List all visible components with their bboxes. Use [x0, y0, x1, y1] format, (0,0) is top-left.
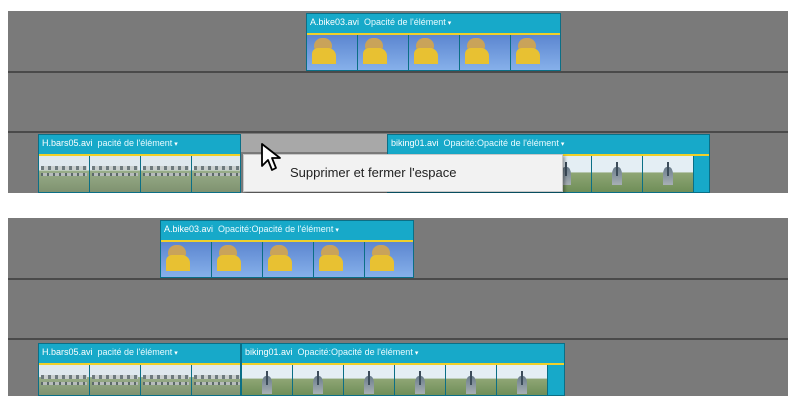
clip-opacity-label: Opacité de l'élément	[364, 17, 446, 27]
video-thumbnail	[511, 35, 560, 70]
video-thumbnail	[409, 35, 460, 70]
context-menu: Supprimer et fermer l'espace	[243, 154, 563, 192]
dropdown-arrow-icon[interactable]: ▾	[174, 141, 178, 148]
menu-item-ripple-delete[interactable]: Supprimer et fermer l'espace	[244, 155, 562, 191]
clip-name: H.bars05.avi	[42, 138, 93, 148]
video-thumbnail	[263, 242, 314, 277]
clip-opacity-label: Opacité:Opacité de l'élément	[218, 224, 334, 234]
video-thumbnail	[358, 35, 409, 70]
video-thumbnail	[192, 156, 240, 192]
clip-name: H.bars05.avi	[42, 347, 93, 357]
clip-opacity-label: pacité de l'élément	[97, 138, 173, 148]
clip-name: A.bike03.avi	[310, 17, 360, 27]
video-thumbnail	[212, 242, 263, 277]
dropdown-arrow-icon[interactable]: ▾	[174, 350, 178, 357]
video-thumbnail	[365, 242, 413, 277]
video-thumbnail	[293, 365, 344, 395]
clip-header: biking01.avi Opacité:Opacité de l'élément…	[388, 135, 709, 151]
dropdown-arrow-icon[interactable]: ▾	[335, 227, 339, 234]
clip-name: A.bike03.avi	[164, 224, 214, 234]
video-thumbnail	[307, 35, 358, 70]
clip-header: H.bars05.avi pacité de l'élément ▾	[39, 344, 240, 360]
timeline-panel-after: A.bike03.avi Opacité:Opacité de l'élément…	[8, 218, 788, 396]
video-thumbnail	[446, 365, 497, 395]
clip-thumbnails	[39, 156, 240, 192]
video-thumbnail	[90, 365, 141, 395]
video-thumbnail	[592, 156, 643, 192]
video-thumbnail	[39, 156, 90, 192]
clip-bike03[interactable]: A.bike03.avi Opacité de l'élément ▾	[306, 13, 561, 71]
video-thumbnail	[314, 242, 365, 277]
dropdown-arrow-icon[interactable]: ▾	[448, 20, 452, 27]
clip-opacity-label: Opacité:Opacité de l'élément	[443, 138, 559, 148]
video-thumbnail	[39, 365, 90, 395]
clip-header: biking01.avi Opacité:Opacité de l'élément…	[242, 344, 564, 360]
dropdown-arrow-icon[interactable]: ▾	[561, 141, 565, 148]
clip-name: biking01.avi	[391, 138, 439, 148]
video-thumbnail	[460, 35, 511, 70]
video-thumbnail	[497, 365, 548, 395]
video-track-2[interactable]	[8, 73, 788, 131]
video-thumbnail	[90, 156, 141, 192]
clip-thumbnails	[161, 242, 413, 277]
clip-thumbnails	[39, 365, 240, 395]
clip-bars05[interactable]: H.bars05.avi pacité de l'élément ▾	[38, 134, 241, 193]
clip-opacity-label: pacité de l'élément	[97, 347, 173, 357]
video-thumbnail	[161, 242, 212, 277]
clip-thumbnails	[307, 35, 560, 70]
video-thumbnail	[344, 365, 395, 395]
clip-header: A.bike03.avi Opacité de l'élément ▾	[307, 14, 560, 30]
timeline-panel-before: A.bike03.avi Opacité de l'élément ▾ H.bars…	[8, 11, 788, 193]
video-thumbnail	[643, 156, 694, 192]
clip-thumbnails	[242, 365, 564, 395]
video-thumbnail	[141, 365, 192, 395]
clip-bars05[interactable]: H.bars05.avi pacité de l'élément ▾	[38, 343, 241, 396]
video-track-2[interactable]	[8, 280, 788, 338]
dropdown-arrow-icon[interactable]: ▾	[415, 350, 419, 357]
clip-opacity-label: Opacité:Opacité de l'élément	[297, 347, 413, 357]
clip-header: H.bars05.avi pacité de l'élément ▾	[39, 135, 240, 151]
mouse-pointer-icon	[261, 143, 281, 171]
video-thumbnail	[242, 365, 293, 395]
clip-name: biking01.avi	[245, 347, 293, 357]
clip-header: A.bike03.avi Opacité:Opacité de l'élément…	[161, 221, 413, 237]
video-thumbnail	[141, 156, 192, 192]
clip-biking01[interactable]: biking01.avi Opacité:Opacité de l'élément…	[241, 343, 565, 396]
clip-bike03[interactable]: A.bike03.avi Opacité:Opacité de l'élément…	[160, 220, 414, 278]
video-thumbnail	[395, 365, 446, 395]
video-thumbnail	[192, 365, 240, 395]
